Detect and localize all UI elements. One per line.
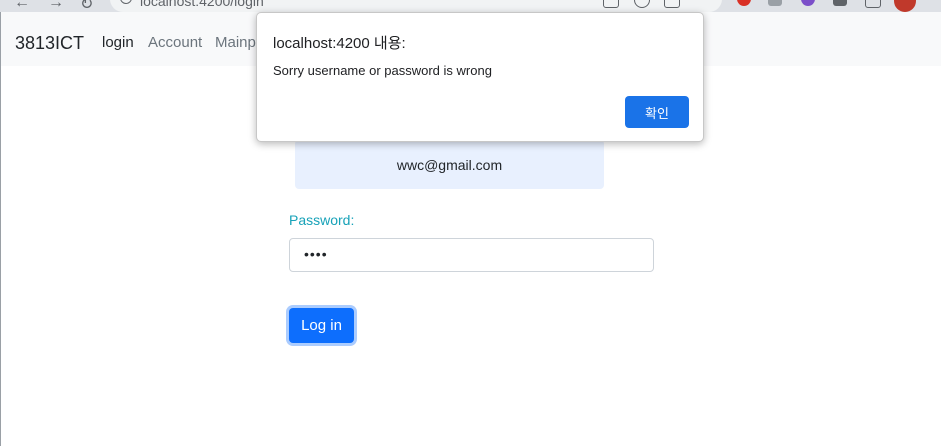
address-bar[interactable]: localhost:4200/login xyxy=(110,0,722,12)
share-icon[interactable] xyxy=(664,0,680,8)
url-text: localhost:4200/login xyxy=(140,0,264,9)
forward-icon[interactable]: → xyxy=(48,0,64,12)
password-field[interactable]: •••• xyxy=(289,238,654,272)
dialog-ok-button[interactable]: 확인 xyxy=(625,96,689,128)
nav-link-login[interactable]: login xyxy=(102,34,134,51)
login-button[interactable]: Log in xyxy=(289,308,354,343)
extension-icon[interactable] xyxy=(768,0,782,6)
nav-link-account[interactable]: Account xyxy=(148,34,202,51)
profile-avatar[interactable] xyxy=(894,0,916,12)
browser-toolbar: ← → ↻ localhost:4200/login xyxy=(0,0,941,12)
dialog-message: Sorry username or password is wrong xyxy=(273,63,492,78)
email-value: wwc@gmail.com xyxy=(396,157,503,173)
bookmark-star-icon[interactable] xyxy=(697,0,711,6)
dialog-title: localhost:4200 내용: xyxy=(273,35,406,52)
extensions-puzzle-icon[interactable] xyxy=(833,0,847,6)
email-field[interactable]: wwc@gmail.com xyxy=(295,140,604,189)
reload-icon[interactable]: ↻ xyxy=(80,0,93,12)
password-label: Password: xyxy=(289,212,355,228)
site-info-icon[interactable] xyxy=(120,0,132,4)
nav-link-mainpage[interactable]: Mainp xyxy=(215,34,256,51)
window-edge xyxy=(0,12,1,446)
translate-icon[interactable] xyxy=(603,0,619,8)
tab-search-icon[interactable] xyxy=(865,0,881,8)
adblock-extension-icon[interactable] xyxy=(737,0,751,6)
extension-icon[interactable] xyxy=(801,0,815,6)
password-value: •••• xyxy=(304,246,328,262)
back-icon[interactable]: ← xyxy=(14,0,30,12)
alert-dialog: localhost:4200 내용: Sorry username or pas… xyxy=(256,12,704,142)
navbar-brand[interactable]: 3813ICT xyxy=(15,33,84,54)
